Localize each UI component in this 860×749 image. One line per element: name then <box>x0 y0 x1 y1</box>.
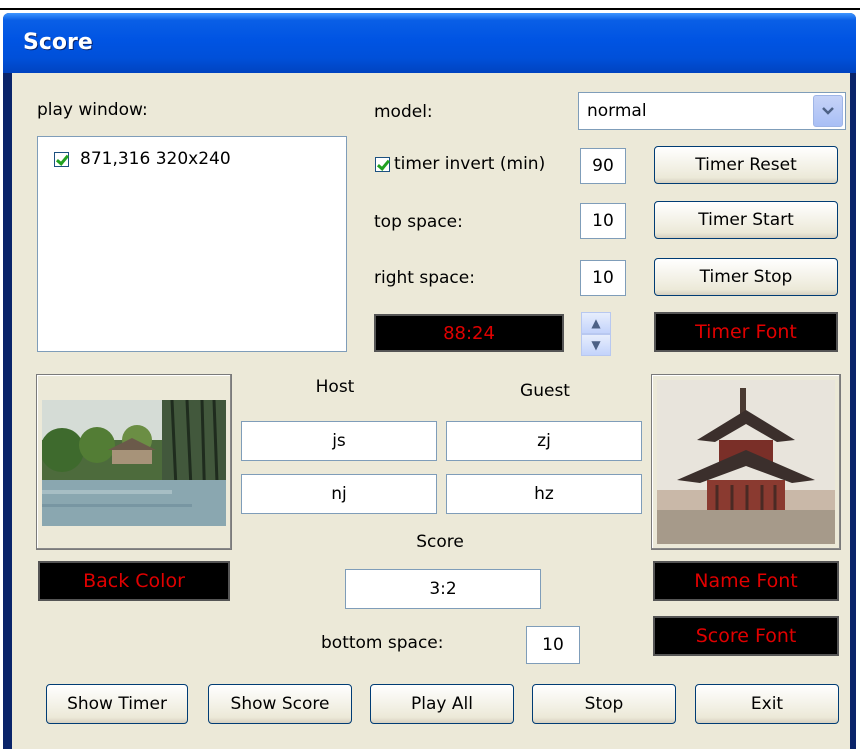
timer-stop-button[interactable]: Timer Stop <box>654 258 838 296</box>
bottom-space-input[interactable]: 10 <box>526 626 580 664</box>
stop-button[interactable]: Stop <box>532 684 676 724</box>
chevron-down-icon[interactable] <box>813 95 843 127</box>
play-window-list[interactable]: 871,316 320x240 <box>37 136 347 352</box>
list-item[interactable]: 871,316 320x240 <box>54 149 231 169</box>
score-font-button[interactable]: Score Font <box>653 616 839 656</box>
timer-spinner[interactable]: ▲ ▼ <box>581 312 611 356</box>
host-name-input-2[interactable]: nj <box>241 474 437 514</box>
top-space-input[interactable]: 10 <box>580 203 626 239</box>
exit-button[interactable]: Exit <box>695 684 839 724</box>
right-space-input[interactable]: 10 <box>580 260 626 296</box>
timer-invert-label: timer invert (min) <box>394 154 546 174</box>
show-score-button[interactable]: Show Score <box>208 684 352 724</box>
right-space-label: right space: <box>374 268 475 288</box>
name-font-button[interactable]: Name Font <box>653 561 839 601</box>
timer-font-button[interactable]: Timer Font <box>654 312 838 352</box>
host-label: Host <box>315 377 355 397</box>
timer-invert-checkbox[interactable]: timer invert (min) <box>375 154 571 174</box>
score-label: Score <box>416 532 464 552</box>
back-color-button[interactable]: Back Color <box>38 561 230 601</box>
host-name-input-1[interactable]: js <box>241 421 437 461</box>
window-title: Score <box>23 30 93 55</box>
landscape-image <box>42 400 226 526</box>
timer-start-button[interactable]: Timer Start <box>654 201 838 239</box>
check-icon[interactable] <box>54 151 69 167</box>
guest-name-input-2[interactable]: hz <box>446 474 642 514</box>
score-input[interactable]: 3:2 <box>345 569 541 609</box>
model-dropdown[interactable]: normal <box>578 92 846 130</box>
background-image-button[interactable] <box>36 374 232 550</box>
play-all-button[interactable]: Play All <box>370 684 514 724</box>
timer-reset-button[interactable]: Timer Reset <box>654 146 838 184</box>
list-item-label: 871,316 320x240 <box>80 149 231 169</box>
guest-name-input-1[interactable]: zj <box>446 421 642 461</box>
pagoda-image-button[interactable] <box>651 374 841 550</box>
top-space-label: top space: <box>374 212 463 232</box>
model-label: model: <box>374 102 433 122</box>
top-divider-line <box>0 8 860 10</box>
check-icon[interactable] <box>375 156 390 172</box>
bottom-space-label: bottom space: <box>321 633 444 653</box>
spin-down-icon[interactable]: ▼ <box>581 334 611 356</box>
spin-up-icon[interactable]: ▲ <box>581 312 611 334</box>
timer-display: 88:24 <box>374 314 564 352</box>
guest-label: Guest <box>520 381 570 401</box>
pagoda-image <box>657 380 835 544</box>
title-bar[interactable]: Score <box>3 13 856 73</box>
play-window-label: play window: <box>37 100 148 120</box>
model-value: normal <box>587 101 647 121</box>
timer-invert-input[interactable]: 90 <box>580 148 626 184</box>
show-timer-button[interactable]: Show Timer <box>46 684 188 724</box>
